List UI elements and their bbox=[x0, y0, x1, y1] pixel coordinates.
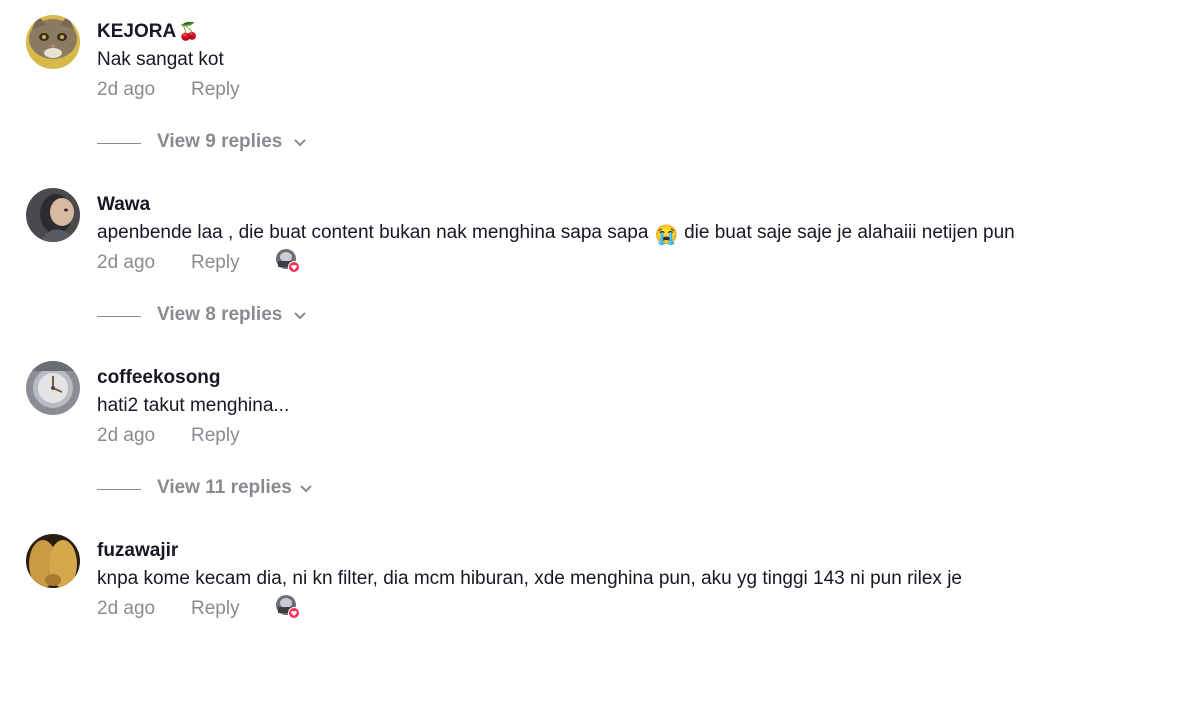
timestamp: 2d ago bbox=[97, 598, 156, 619]
timestamp: 2d ago bbox=[97, 79, 156, 100]
comment-item: Wawa apenbende laa , die buat content bu… bbox=[0, 188, 1200, 361]
username[interactable]: coffeekosong bbox=[97, 367, 221, 389]
reply-button[interactable]: Reply bbox=[191, 79, 240, 101]
crying-emoji: 😭 bbox=[654, 225, 679, 246]
divider-line bbox=[97, 489, 141, 490]
creator-liked-icon bbox=[276, 249, 300, 273]
username[interactable]: fuzawajir bbox=[97, 540, 178, 562]
comment-item: KEJORA 🍒 Nak sangat kot 2d ago Reply View… bbox=[0, 15, 1200, 188]
chevron-down-icon bbox=[294, 139, 306, 147]
view-replies-label: View 11 replies bbox=[157, 477, 292, 498]
comment-text: knpa kome kecam dia, ni kn filter, dia m… bbox=[97, 568, 962, 589]
view-replies-label: View 8 replies bbox=[157, 304, 283, 325]
avatar[interactable] bbox=[26, 534, 80, 588]
avatar[interactable] bbox=[26, 188, 80, 242]
timestamp: 2d ago bbox=[97, 252, 156, 273]
avatar[interactable] bbox=[26, 361, 80, 415]
divider-line bbox=[97, 316, 141, 317]
comment-text: apenbende laa , die buat content bukan n… bbox=[97, 222, 1015, 246]
chevron-down-icon bbox=[300, 485, 312, 493]
reply-button[interactable]: Reply bbox=[191, 425, 240, 447]
avatar[interactable] bbox=[26, 15, 80, 69]
username[interactable]: KEJORA 🍒 bbox=[97, 21, 199, 43]
reply-button[interactable]: Reply bbox=[191, 598, 240, 620]
creator-liked-icon bbox=[276, 595, 300, 619]
comment-text: Nak sangat kot bbox=[97, 49, 224, 70]
cherry-emoji: 🍒 bbox=[178, 22, 200, 41]
view-replies-label: View 9 replies bbox=[157, 131, 283, 152]
comment-item: fuzawajir knpa kome kecam dia, ni kn fil… bbox=[0, 534, 1200, 707]
comment-item: coffeekosong hati2 takut menghina... 2d … bbox=[0, 361, 1200, 534]
comment-text: hati2 takut menghina... bbox=[97, 395, 290, 416]
chevron-down-icon bbox=[294, 312, 306, 320]
divider-line bbox=[97, 143, 141, 144]
reply-button[interactable]: Reply bbox=[191, 252, 240, 274]
timestamp: 2d ago bbox=[97, 425, 156, 446]
username[interactable]: Wawa bbox=[97, 194, 150, 216]
